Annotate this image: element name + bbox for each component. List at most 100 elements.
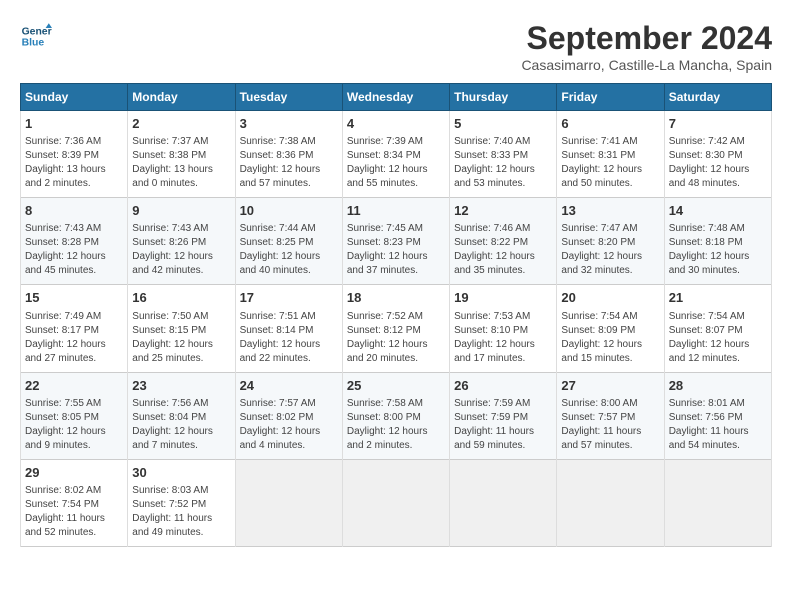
day-number: 15 [25, 289, 123, 307]
day-info: Sunrise: 7:52 AMSunset: 8:12 PMDaylight:… [347, 310, 445, 366]
calendar-cell: 13 Sunrise: 7:47 AMSunset: 8:20 PMDayligh… [557, 198, 664, 285]
day-number: 1 [25, 115, 123, 133]
calendar-cell [450, 459, 557, 546]
header-monday: Monday [128, 84, 235, 111]
day-number: 14 [669, 202, 767, 220]
calendar-cell: 27Sunrise: 8:00 AMSunset: 7:57 PMDayligh… [557, 372, 664, 459]
day-number: 11 [347, 202, 445, 220]
day-info: Sunrise: 7:59 AMSunset: 7:59 PMDaylight:… [454, 397, 552, 453]
calendar-cell: 1 Sunrise: 7:36 AMSunset: 8:39 PMDaylight… [21, 111, 128, 198]
day-info: Sunrise: 7:43 AMSunset: 8:26 PMDaylight:… [132, 222, 230, 278]
day-info: Sunrise: 7:47 AMSunset: 8:20 PMDaylight:… [561, 222, 659, 278]
svg-text:General: General [22, 26, 52, 37]
page-title: September 2024 [521, 20, 772, 57]
day-info: Sunrise: 7:46 AMSunset: 8:22 PMDaylight:… [454, 222, 552, 278]
calendar-cell: 12Sunrise: 7:46 AMSunset: 8:22 PMDayligh… [450, 198, 557, 285]
page-subtitle: Casasimarro, Castille-La Mancha, Spain [521, 57, 772, 73]
day-number: 7 [669, 115, 767, 133]
day-number: 23 [132, 377, 230, 395]
day-number: 5 [454, 115, 552, 133]
calendar-cell: 20 Sunrise: 7:54 AMSunset: 8:09 PMDayligh… [557, 285, 664, 372]
calendar-cell [557, 459, 664, 546]
calendar-cell: 6Sunrise: 7:41 AMSunset: 8:31 PMDaylight… [557, 111, 664, 198]
calendar-cell: 2 Sunrise: 7:37 AMSunset: 8:38 PMDaylight… [128, 111, 235, 198]
calendar-cell: 29 Sunrise: 8:02 AMSunset: 7:54 PMDayligh… [21, 459, 128, 546]
day-number: 9 [132, 202, 230, 220]
header-tuesday: Tuesday [235, 84, 342, 111]
day-info: Sunrise: 8:03 AMSunset: 7:52 PMDaylight:… [132, 484, 230, 540]
day-info: Sunrise: 7:53 AMSunset: 8:10 PMDaylight:… [454, 310, 552, 366]
day-number: 26 [454, 377, 552, 395]
day-info: Sunrise: 7:57 AMSunset: 8:02 PMDaylight:… [240, 397, 338, 453]
day-info: Sunrise: 7:36 AMSunset: 8:39 PMDaylight:… [25, 135, 123, 191]
header-sunday: Sunday [21, 84, 128, 111]
calendar-cell: 28 Sunrise: 8:01 AMSunset: 7:56 PMDayligh… [664, 372, 771, 459]
title-block: September 2024 Casasimarro, Castille-La … [521, 20, 772, 73]
day-info: Sunrise: 7:41 AMSunset: 8:31 PMDaylight:… [561, 135, 659, 191]
day-number: 25 [347, 377, 445, 395]
day-number: 27 [561, 377, 659, 395]
calendar-cell: 23Sunrise: 7:56 AMSunset: 8:04 PMDayligh… [128, 372, 235, 459]
calendar-cell [235, 459, 342, 546]
calendar-cell [342, 459, 449, 546]
week-row-1: 1 Sunrise: 7:36 AMSunset: 8:39 PMDaylight… [21, 111, 772, 198]
day-info: Sunrise: 7:42 AMSunset: 8:30 PMDaylight:… [669, 135, 767, 191]
calendar-cell: 9 Sunrise: 7:43 AMSunset: 8:26 PMDaylight… [128, 198, 235, 285]
calendar-cell: 4 Sunrise: 7:39 AMSunset: 8:34 PMDaylight… [342, 111, 449, 198]
day-info: Sunrise: 7:54 AMSunset: 8:07 PMDaylight:… [669, 310, 767, 366]
day-info: Sunrise: 7:48 AMSunset: 8:18 PMDaylight:… [669, 222, 767, 278]
calendar-body: 1 Sunrise: 7:36 AMSunset: 8:39 PMDaylight… [21, 111, 772, 547]
day-info: Sunrise: 7:54 AMSunset: 8:09 PMDaylight:… [561, 310, 659, 366]
calendar-cell: 14 Sunrise: 7:48 AMSunset: 8:18 PMDayligh… [664, 198, 771, 285]
day-number: 3 [240, 115, 338, 133]
day-number: 4 [347, 115, 445, 133]
day-number: 29 [25, 464, 123, 482]
day-number: 21 [669, 289, 767, 307]
calendar-cell: 11Sunrise: 7:45 AMSunset: 8:23 PMDayligh… [342, 198, 449, 285]
day-info: Sunrise: 7:43 AMSunset: 8:28 PMDaylight:… [25, 222, 123, 278]
logo: General Blue [20, 20, 52, 52]
calendar-cell: 8 Sunrise: 7:43 AMSunset: 8:28 PMDaylight… [21, 198, 128, 285]
header-wednesday: Wednesday [342, 84, 449, 111]
calendar-cell: 30 Sunrise: 8:03 AMSunset: 7:52 PMDayligh… [128, 459, 235, 546]
calendar-cell: 24 Sunrise: 7:57 AMSunset: 8:02 PMDayligh… [235, 372, 342, 459]
logo-icon: General Blue [20, 20, 52, 52]
day-number: 28 [669, 377, 767, 395]
day-info: Sunrise: 7:58 AMSunset: 8:00 PMDaylight:… [347, 397, 445, 453]
day-number: 18 [347, 289, 445, 307]
header-saturday: Saturday [664, 84, 771, 111]
week-row-5: 29 Sunrise: 8:02 AMSunset: 7:54 PMDayligh… [21, 459, 772, 546]
day-number: 19 [454, 289, 552, 307]
calendar-cell: 16Sunrise: 7:50 AMSunset: 8:15 PMDayligh… [128, 285, 235, 372]
week-row-3: 15 Sunrise: 7:49 AMSunset: 8:17 PMDayligh… [21, 285, 772, 372]
day-info: Sunrise: 8:02 AMSunset: 7:54 PMDaylight:… [25, 484, 123, 540]
calendar-cell: 17Sunrise: 7:51 AMSunset: 8:14 PMDayligh… [235, 285, 342, 372]
day-number: 10 [240, 202, 338, 220]
day-info: Sunrise: 7:38 AMSunset: 8:36 PMDaylight:… [240, 135, 338, 191]
calendar-cell: 15 Sunrise: 7:49 AMSunset: 8:17 PMDayligh… [21, 285, 128, 372]
day-number: 13 [561, 202, 659, 220]
calendar-cell [664, 459, 771, 546]
day-info: Sunrise: 7:51 AMSunset: 8:14 PMDaylight:… [240, 310, 338, 366]
day-info: Sunrise: 7:37 AMSunset: 8:38 PMDaylight:… [132, 135, 230, 191]
calendar-cell: 3 Sunrise: 7:38 AMSunset: 8:36 PMDaylight… [235, 111, 342, 198]
calendar-table: SundayMondayTuesdayWednesdayThursdayFrid… [20, 83, 772, 547]
calendar-cell: 18 Sunrise: 7:52 AMSunset: 8:12 PMDayligh… [342, 285, 449, 372]
day-number: 20 [561, 289, 659, 307]
day-info: Sunrise: 7:39 AMSunset: 8:34 PMDaylight:… [347, 135, 445, 191]
day-number: 24 [240, 377, 338, 395]
header-row: SundayMondayTuesdayWednesdayThursdayFrid… [21, 84, 772, 111]
day-info: Sunrise: 7:44 AMSunset: 8:25 PMDaylight:… [240, 222, 338, 278]
calendar-header: SundayMondayTuesdayWednesdayThursdayFrid… [21, 84, 772, 111]
day-info: Sunrise: 7:40 AMSunset: 8:33 PMDaylight:… [454, 135, 552, 191]
day-number: 22 [25, 377, 123, 395]
calendar-cell: 7 Sunrise: 7:42 AMSunset: 8:30 PMDaylight… [664, 111, 771, 198]
day-info: Sunrise: 8:01 AMSunset: 7:56 PMDaylight:… [669, 397, 767, 453]
day-number: 30 [132, 464, 230, 482]
calendar-cell: 5 Sunrise: 7:40 AMSunset: 8:33 PMDaylight… [450, 111, 557, 198]
day-info: Sunrise: 7:49 AMSunset: 8:17 PMDaylight:… [25, 310, 123, 366]
day-info: Sunrise: 7:55 AMSunset: 8:05 PMDaylight:… [25, 397, 123, 453]
header-thursday: Thursday [450, 84, 557, 111]
day-number: 8 [25, 202, 123, 220]
day-number: 2 [132, 115, 230, 133]
